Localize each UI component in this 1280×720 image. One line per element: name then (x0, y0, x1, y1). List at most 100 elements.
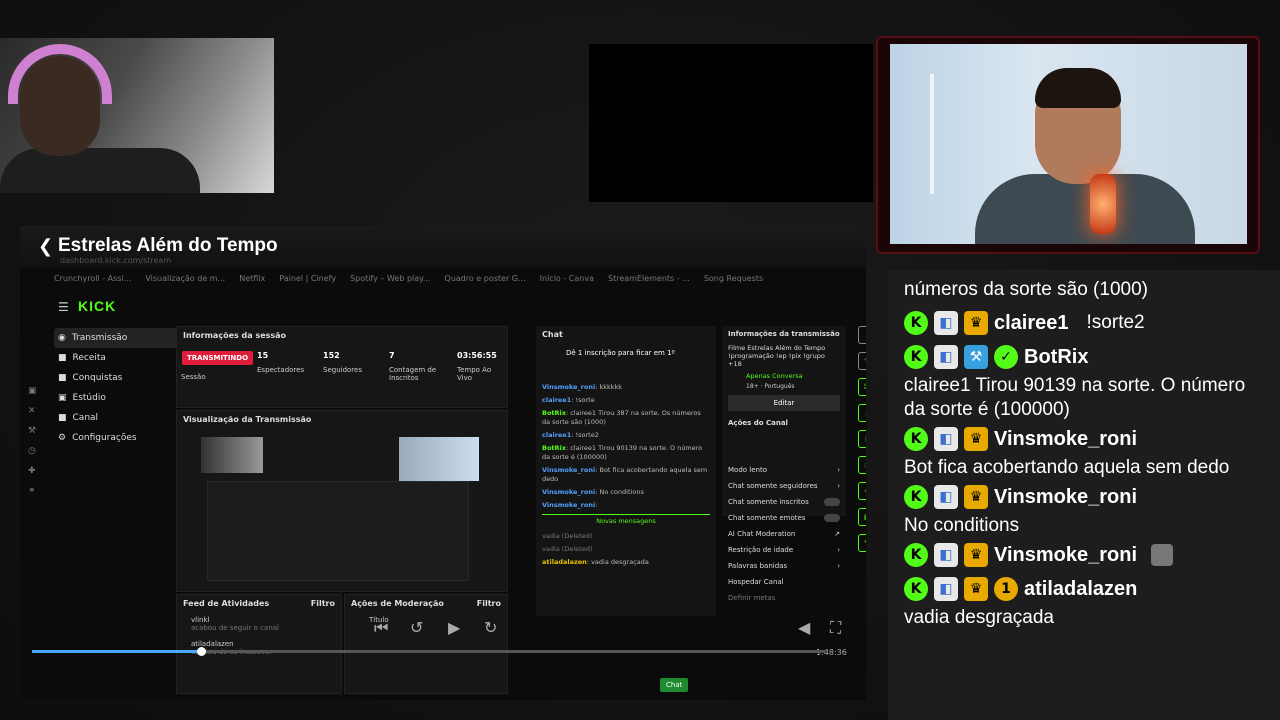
twitch-icon[interactable]: ▣ (28, 386, 42, 396)
chat-message: clairee1: !sorte (542, 396, 595, 404)
action-host-channel[interactable]: Hospedar Canal (722, 574, 846, 590)
chat-message: Vinsmoke_roni: kkkkkk (542, 383, 623, 391)
action-ai-moderation[interactable]: AI Chat Moderation ↗ (722, 526, 846, 542)
chat-user[interactable]: Vinsmoke_roni (542, 501, 595, 509)
nav-item-conquistas[interactable]: ■ Conquistas (54, 368, 190, 388)
verified-badge-icon: ✓ (994, 345, 1018, 369)
wrench-icon[interactable]: ✎ (858, 534, 866, 552)
chat-message: clairee1: !sorte2 (542, 431, 599, 439)
chat-send-button[interactable]: Chat (660, 678, 689, 692)
link-icon[interactable]: ⚭ (28, 486, 42, 496)
chat-bubble-icon[interactable]: ◌ (858, 456, 866, 474)
bolt-icon[interactable]: ⚡ (858, 404, 866, 422)
overlay-chat-row: K ◧ ♛ Vinsmoke_roni (888, 422, 1280, 456)
browser-url[interactable]: dashboard.kick.com/stream (60, 256, 840, 270)
clip-icon[interactable]: ⌘ (858, 378, 866, 396)
bookmark[interactable]: Netflix (239, 274, 265, 288)
video-progress-bar[interactable] (32, 647, 826, 656)
stat-label: Contagem de Inscritos (389, 366, 437, 382)
chat-user[interactable]: BotRix (542, 409, 566, 417)
panel-header: Visualização da Transmissão (183, 415, 312, 424)
black-overlay-box (589, 44, 873, 202)
forward-10-icon[interactable]: ↻ (484, 618, 497, 637)
toggle-switch[interactable] (824, 498, 840, 506)
chat-user[interactable]: clairee1 (542, 431, 571, 439)
bot-badge-icon: ◧ (934, 345, 958, 369)
video-player[interactable]: ❮ Estrelas Além do Tempo dashboard.kick.… (20, 226, 866, 700)
chat-user[interactable]: Vinsmoke_roni (542, 466, 595, 474)
nav-item-configuracoes[interactable]: ⚙Configurações⌄ (54, 428, 190, 448)
chat-spacer (536, 363, 716, 381)
bookmark[interactable]: Painel | Cinefy (279, 274, 336, 288)
quick-action-rail: i ✎ ⌘ ⚡ ▯ ◌ ∞ ▣ ✎ (858, 326, 866, 552)
chat-user[interactable]: BotRix (542, 444, 566, 452)
bookmark[interactable]: Spotify – Web play... (350, 274, 430, 288)
back-arrow-icon[interactable]: ❮ (38, 236, 53, 257)
stream-category[interactable]: Apenas Conversa (722, 370, 846, 382)
stat-value: 152 (323, 351, 340, 360)
clock-icon[interactable]: ◷ (28, 446, 42, 456)
chat-user[interactable]: clairee1 (542, 396, 571, 404)
overlay-username: Vinsmoke_roni (994, 485, 1138, 508)
nav-item-transmissao[interactable]: ◉ Transmissão (54, 328, 190, 348)
stat-followers: 152 Seguidores (323, 351, 362, 374)
mod-filter-button[interactable]: Filtro (477, 599, 501, 608)
stat-value: 03:56:55 (457, 351, 497, 360)
kick-badge-icon: K (904, 311, 928, 335)
rewind-10-icon[interactable]: ↺ (410, 618, 423, 637)
info-icon[interactable]: i (858, 326, 866, 344)
link-icon[interactable]: ∞ (858, 482, 866, 500)
kick-badge-icon: K (904, 543, 928, 567)
action-age-restriction[interactable]: Restrição de idade › (722, 542, 846, 558)
action-set-goals[interactable]: Definir metas (722, 590, 846, 606)
chat-user[interactable]: atiladalazen (542, 558, 587, 566)
menu-icon[interactable]: ☰ (58, 300, 69, 314)
nav-item-canal[interactable]: ■Canal⌄ (54, 408, 190, 428)
chat-user[interactable]: Vinsmoke_roni (542, 383, 595, 391)
fullscreen-icon[interactable]: ⛶ (830, 618, 841, 638)
skip-back-icon[interactable]: ⏮ (374, 618, 388, 638)
action-banned-words[interactable]: Palavras banidas › (722, 558, 846, 574)
puzzle-icon[interactable]: ✚ (28, 466, 42, 476)
chat-text: !sorte (575, 396, 595, 404)
action-subs-only[interactable]: Chat somente inscritos (722, 494, 846, 510)
bookmark[interactable]: Início - Canva (540, 274, 594, 288)
hammer-badge-icon: ⚒ (964, 345, 988, 369)
nav-item-estudio[interactable]: ▣Estúdio⌄ (54, 388, 190, 408)
chevron-right-icon: › (837, 482, 840, 490)
bookmark[interactable]: Quadro e poster G... (444, 274, 525, 288)
chevron-right-icon: › (837, 546, 840, 554)
volume-icon[interactable]: ◀ (798, 618, 810, 637)
play-icon[interactable]: ▶ (448, 618, 460, 637)
bookmark[interactable]: Song Requests (704, 274, 763, 288)
preview-webcam-right (399, 437, 479, 481)
bookmark[interactable]: Visualização de m... (145, 274, 225, 288)
tool-icon[interactable]: ⚒ (28, 426, 42, 436)
bookmark[interactable]: StreamElements - ... (608, 274, 690, 288)
action-emotes-only[interactable]: Chat somente emotes (722, 510, 846, 526)
chat-user[interactable]: Vinsmoke_roni (542, 488, 595, 496)
phone-icon[interactable]: ▯ (858, 430, 866, 448)
pencil-icon[interactable]: ✎ (858, 352, 866, 370)
action-followers-only[interactable]: Chat somente seguidores › (722, 478, 846, 494)
stat-value: 7 (389, 351, 395, 360)
stream-tags: 18+ · Português (746, 383, 795, 390)
overlay-username: BotRix (1024, 345, 1089, 368)
new-messages-divider[interactable]: Novas mensagens (542, 514, 710, 528)
overlay-username: atiladalazen (1024, 577, 1138, 600)
bookmark[interactable]: Crunchyroll - Assi... (54, 274, 131, 288)
headphones-icon (8, 44, 112, 104)
session-info-panel: Informações da sessão TRANSMITINDO Sessã… (176, 326, 508, 408)
preview-panel: Visualização da Transmissão (176, 410, 508, 592)
nav-item-receita[interactable]: ■ Receita (54, 348, 190, 368)
x-icon[interactable]: ✕ (28, 406, 42, 416)
bot-badge-icon: ◧ (934, 311, 958, 335)
kick-sidebar-nav: ◉ Transmissão ■ Receita ■ Conquistas ▣ Estúd… (54, 328, 190, 448)
overlay-message: !sorte2 (1086, 312, 1145, 333)
toggle-switch[interactable] (824, 514, 840, 522)
edit-button[interactable]: Editar (728, 395, 840, 411)
feed-filter-button[interactable]: Filtro (311, 599, 335, 608)
action-slow-mode[interactable]: Modo lento › (722, 462, 846, 478)
overlay-chat-row: K ◧ ♛ Vinsmoke_roni (888, 538, 1280, 572)
lock-icon[interactable]: ▣ (858, 508, 866, 526)
